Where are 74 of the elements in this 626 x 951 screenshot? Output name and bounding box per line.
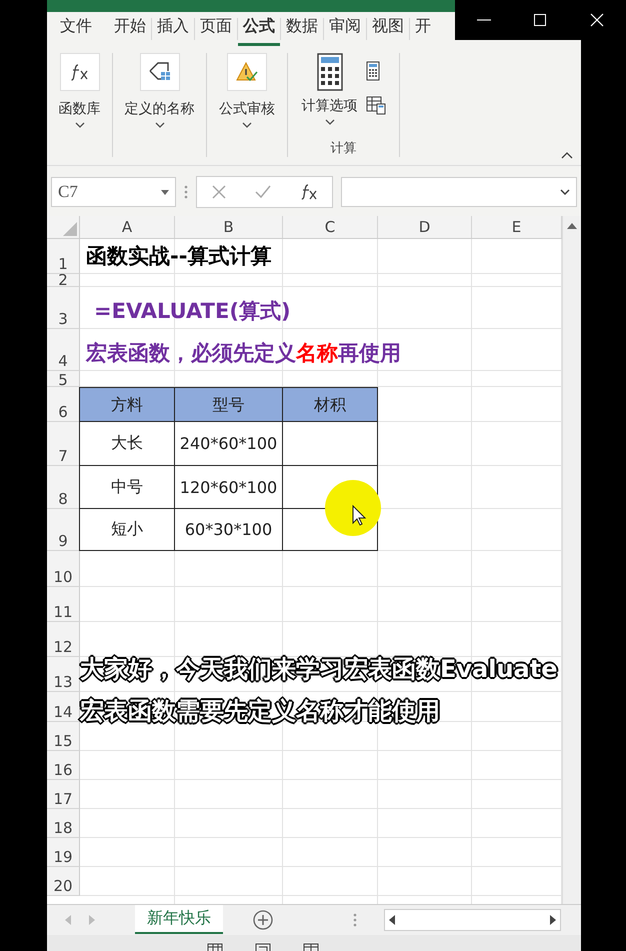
maximize-icon[interactable] (534, 14, 546, 26)
row-header[interactable]: 2 (47, 274, 80, 287)
column-header[interactable]: A (80, 216, 175, 238)
ribbon-tab[interactable]: 插入 (152, 12, 194, 46)
row-header[interactable]: 4 (47, 329, 80, 371)
drag-handle-icon[interactable] (184, 185, 188, 199)
ribbon-tab[interactable]: 文件 (55, 12, 97, 46)
ribbon-button[interactable]: 函数库 (58, 53, 100, 128)
function-icon (60, 53, 100, 91)
row-header[interactable]: 13 (47, 657, 80, 692)
row-header[interactable]: 8 (47, 466, 80, 509)
table-cell: 短小 (79, 508, 175, 551)
name-box[interactable]: C7 (51, 177, 176, 207)
formula-text: =EVALUATE(算式) (93, 298, 291, 325)
row-header[interactable]: 15 (47, 722, 80, 751)
ribbon-tab[interactable]: 视图 (367, 12, 409, 46)
ribbon-tab[interactable]: 开 (410, 12, 436, 46)
cursor-highlight-drawing (323, 478, 383, 538)
row-header[interactable]: 3 (47, 287, 80, 329)
calculator-icon (316, 53, 342, 91)
page-break-icon[interactable] (303, 943, 319, 951)
sheet-title: 函数实战--算式计算 (85, 243, 272, 270)
ribbon-button[interactable]: 定义的名称 (124, 53, 194, 128)
ribbon-button[interactable]: 计算选项 (302, 53, 358, 125)
row-header[interactable]: 17 (47, 780, 80, 809)
row-header[interactable]: 7 (47, 422, 80, 466)
sheet-calc-icon[interactable] (366, 95, 386, 115)
ribbon-tab[interactable]: 数据 (281, 12, 323, 46)
column-header[interactable]: C (283, 216, 378, 238)
drag-handle-icon[interactable] (353, 913, 357, 927)
caret-icon (324, 119, 334, 125)
calculator-icon[interactable] (366, 61, 380, 81)
row-header[interactable]: 16 (47, 751, 80, 780)
check-icon[interactable] (254, 185, 270, 199)
video-caption: 宏表函数需要先定义名称才能使用 (80, 695, 440, 727)
table-header-cell: 方料 (79, 387, 175, 423)
row-header[interactable]: 6 (47, 387, 80, 422)
tag-icon (140, 53, 180, 91)
row-header[interactable]: 1 (47, 239, 80, 274)
group-label: 计算 (330, 140, 356, 157)
sheet-tab[interactable]: 新年快乐 (135, 905, 223, 934)
ribbon-button[interactable]: 公式审核 (219, 53, 275, 128)
ribbon-tab[interactable]: 审阅 (324, 12, 366, 46)
table-header-cell: 材积 (282, 387, 378, 423)
caret-icon[interactable] (560, 189, 570, 195)
table-cell: 大长 (79, 421, 175, 466)
row-header[interactable]: 9 (47, 509, 80, 551)
ribbon-tab[interactable]: 页面 (195, 12, 237, 46)
ribbon-tab[interactable]: 开始 (109, 12, 151, 46)
row-header[interactable]: 5 (47, 371, 80, 387)
row-header[interactable]: 11 (47, 587, 80, 622)
warning-check-icon (227, 53, 267, 91)
minimize-icon[interactable] (476, 19, 491, 21)
note-text: 宏表函数，必须先定义名称再使用 (84, 340, 401, 367)
row-header[interactable]: 20 (47, 867, 80, 896)
row-header[interactable]: 10 (47, 551, 80, 587)
add-sheet-icon[interactable] (253, 910, 273, 930)
video-caption: 大家好，今天我们来学习宏表函数Evaluate (80, 653, 558, 685)
caret-icon (242, 122, 252, 128)
column-header[interactable]: B (175, 216, 283, 238)
normal-view-icon[interactable] (207, 943, 223, 951)
row-header[interactable]: 19 (47, 838, 80, 867)
column-header[interactable]: D (378, 216, 472, 238)
row-header[interactable]: 12 (47, 622, 80, 657)
page-layout-icon[interactable] (255, 943, 271, 951)
table-header-cell: 型号 (174, 387, 283, 423)
row-header[interactable]: 18 (47, 809, 80, 838)
caret-icon (74, 122, 84, 128)
caret-icon (154, 122, 164, 128)
function-icon[interactable] (300, 184, 318, 200)
formula-field[interactable] (341, 177, 577, 207)
scroll-up-icon[interactable] (567, 222, 577, 230)
horizontal-scrollbar[interactable] (384, 909, 561, 931)
collapse-icon[interactable] (561, 152, 573, 159)
